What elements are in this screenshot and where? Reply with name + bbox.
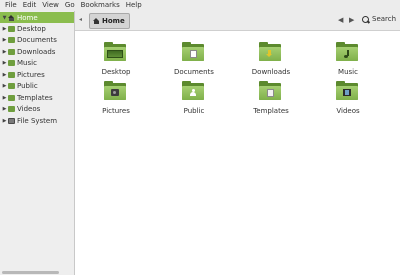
- sidebar-item-desktop[interactable]: ▶ Desktop: [0, 23, 74, 34]
- folder-label: Desktop: [101, 68, 131, 76]
- folder-label: Templates: [253, 107, 289, 115]
- history-dropdown-icon[interactable]: ◂: [79, 16, 82, 23]
- expander-icon[interactable]: ▼: [2, 15, 7, 21]
- menu-go[interactable]: Go: [62, 0, 78, 11]
- folder-desktop-icon: [104, 41, 126, 61]
- folder-label: Public: [183, 107, 205, 115]
- sidebar: ▼ Home ▶ Desktop ▶ Documents ▶ Downloads…: [0, 11, 75, 275]
- folder-icon: [8, 94, 15, 101]
- folder-icon: [8, 71, 15, 78]
- expander-icon[interactable]: ▶: [2, 118, 7, 124]
- folder-icon: [8, 25, 15, 32]
- folder-public-icon: [182, 80, 204, 100]
- home-icon: [8, 14, 15, 21]
- expander-icon[interactable]: ▶: [2, 49, 7, 55]
- breadcrumb-home-button[interactable]: Home: [89, 13, 130, 29]
- expander-icon[interactable]: ▶: [2, 106, 7, 112]
- folder-label: Documents: [174, 68, 214, 76]
- menu-bar: File Edit View Go Bookmarks Help: [0, 0, 400, 11]
- sidebar-item-label: Templates: [17, 93, 53, 102]
- folder-templates[interactable]: Templates: [241, 80, 301, 120]
- folder-music[interactable]: Music: [318, 41, 378, 81]
- expander-icon[interactable]: ▶: [2, 37, 7, 43]
- toolbar: ◂ Home ◀ ▶ Search: [75, 11, 400, 31]
- menu-bookmarks[interactable]: Bookmarks: [78, 0, 123, 11]
- menu-view[interactable]: View: [39, 0, 62, 11]
- expander-icon[interactable]: ▶: [2, 26, 7, 32]
- folder-downloads[interactable]: Downloads: [241, 41, 301, 81]
- sidebar-item-templates[interactable]: ▶ Templates: [0, 92, 74, 103]
- sidebar-item-public[interactable]: ▶ Public: [0, 81, 74, 92]
- menu-file[interactable]: File: [2, 0, 20, 11]
- folder-pictures[interactable]: Pictures: [86, 80, 146, 120]
- folder-icon: [8, 37, 15, 43]
- sidebar-item-label: Public: [17, 82, 38, 90]
- folder-templates-icon: [259, 80, 281, 100]
- sidebar-item-label: Desktop: [17, 24, 46, 33]
- sidebar-item-label: File System: [17, 116, 58, 125]
- sidebar-item-file-system[interactable]: ▶ File System: [0, 115, 74, 126]
- folder-label: Music: [338, 68, 358, 76]
- forward-arrow-icon[interactable]: ▶: [349, 16, 354, 24]
- folder-icon: [8, 48, 15, 55]
- sidebar-item-label: Music: [17, 59, 37, 67]
- expander-icon[interactable]: ▶: [2, 95, 7, 101]
- folder-label: Videos: [336, 107, 360, 115]
- search-button[interactable]: Search: [362, 15, 396, 23]
- folder-documents[interactable]: Documents: [164, 41, 224, 81]
- back-arrow-icon[interactable]: ◀: [338, 16, 343, 24]
- expander-icon[interactable]: ▶: [2, 72, 7, 78]
- sidebar-item-videos[interactable]: ▶ Videos: [0, 104, 74, 115]
- sidebar-item-downloads[interactable]: ▶ Downloads: [0, 46, 74, 57]
- folder-public[interactable]: Public: [164, 80, 224, 120]
- folder-desktop[interactable]: Desktop: [86, 41, 146, 81]
- folder-label: Pictures: [102, 107, 130, 115]
- search-icon: [362, 15, 369, 23]
- folder-icon: [8, 106, 15, 112]
- breadcrumb-label: Home: [102, 17, 125, 25]
- folder-videos-icon: [336, 80, 358, 100]
- home-icon: [93, 18, 100, 24]
- expander-icon[interactable]: ▶: [2, 60, 7, 66]
- sidebar-item-documents[interactable]: ▶ Documents: [0, 35, 74, 46]
- sidebar-item-label: Documents: [17, 36, 57, 44]
- file-grid: Desktop Documents Downloads Music Pictur…: [75, 32, 400, 275]
- sidebar-item-pictures[interactable]: ▶ Pictures: [0, 69, 74, 80]
- folder-icon: [8, 83, 15, 89]
- menu-help[interactable]: Help: [123, 0, 145, 11]
- menu-edit[interactable]: Edit: [20, 0, 40, 11]
- folder-videos[interactable]: Videos: [318, 80, 378, 120]
- drive-icon: [8, 117, 15, 124]
- sidebar-item-music[interactable]: ▶ Music: [0, 58, 74, 69]
- sidebar-item-home[interactable]: ▼ Home: [0, 12, 74, 23]
- folder-documents-icon: [182, 41, 204, 61]
- sidebar-scrollbar[interactable]: [2, 271, 59, 274]
- folder-label: Downloads: [251, 68, 291, 76]
- folder-music-icon: [336, 41, 358, 61]
- sidebar-item-label: Videos: [17, 105, 41, 113]
- folder-icon: [8, 60, 15, 66]
- folder-downloads-icon: [259, 41, 281, 61]
- sidebar-item-label: Pictures: [17, 70, 45, 79]
- sidebar-item-label: Home: [17, 13, 38, 22]
- folder-pictures-icon: [104, 80, 126, 100]
- search-label: Search: [372, 15, 397, 23]
- expander-icon[interactable]: ▶: [2, 83, 7, 89]
- sidebar-item-label: Downloads: [17, 47, 56, 56]
